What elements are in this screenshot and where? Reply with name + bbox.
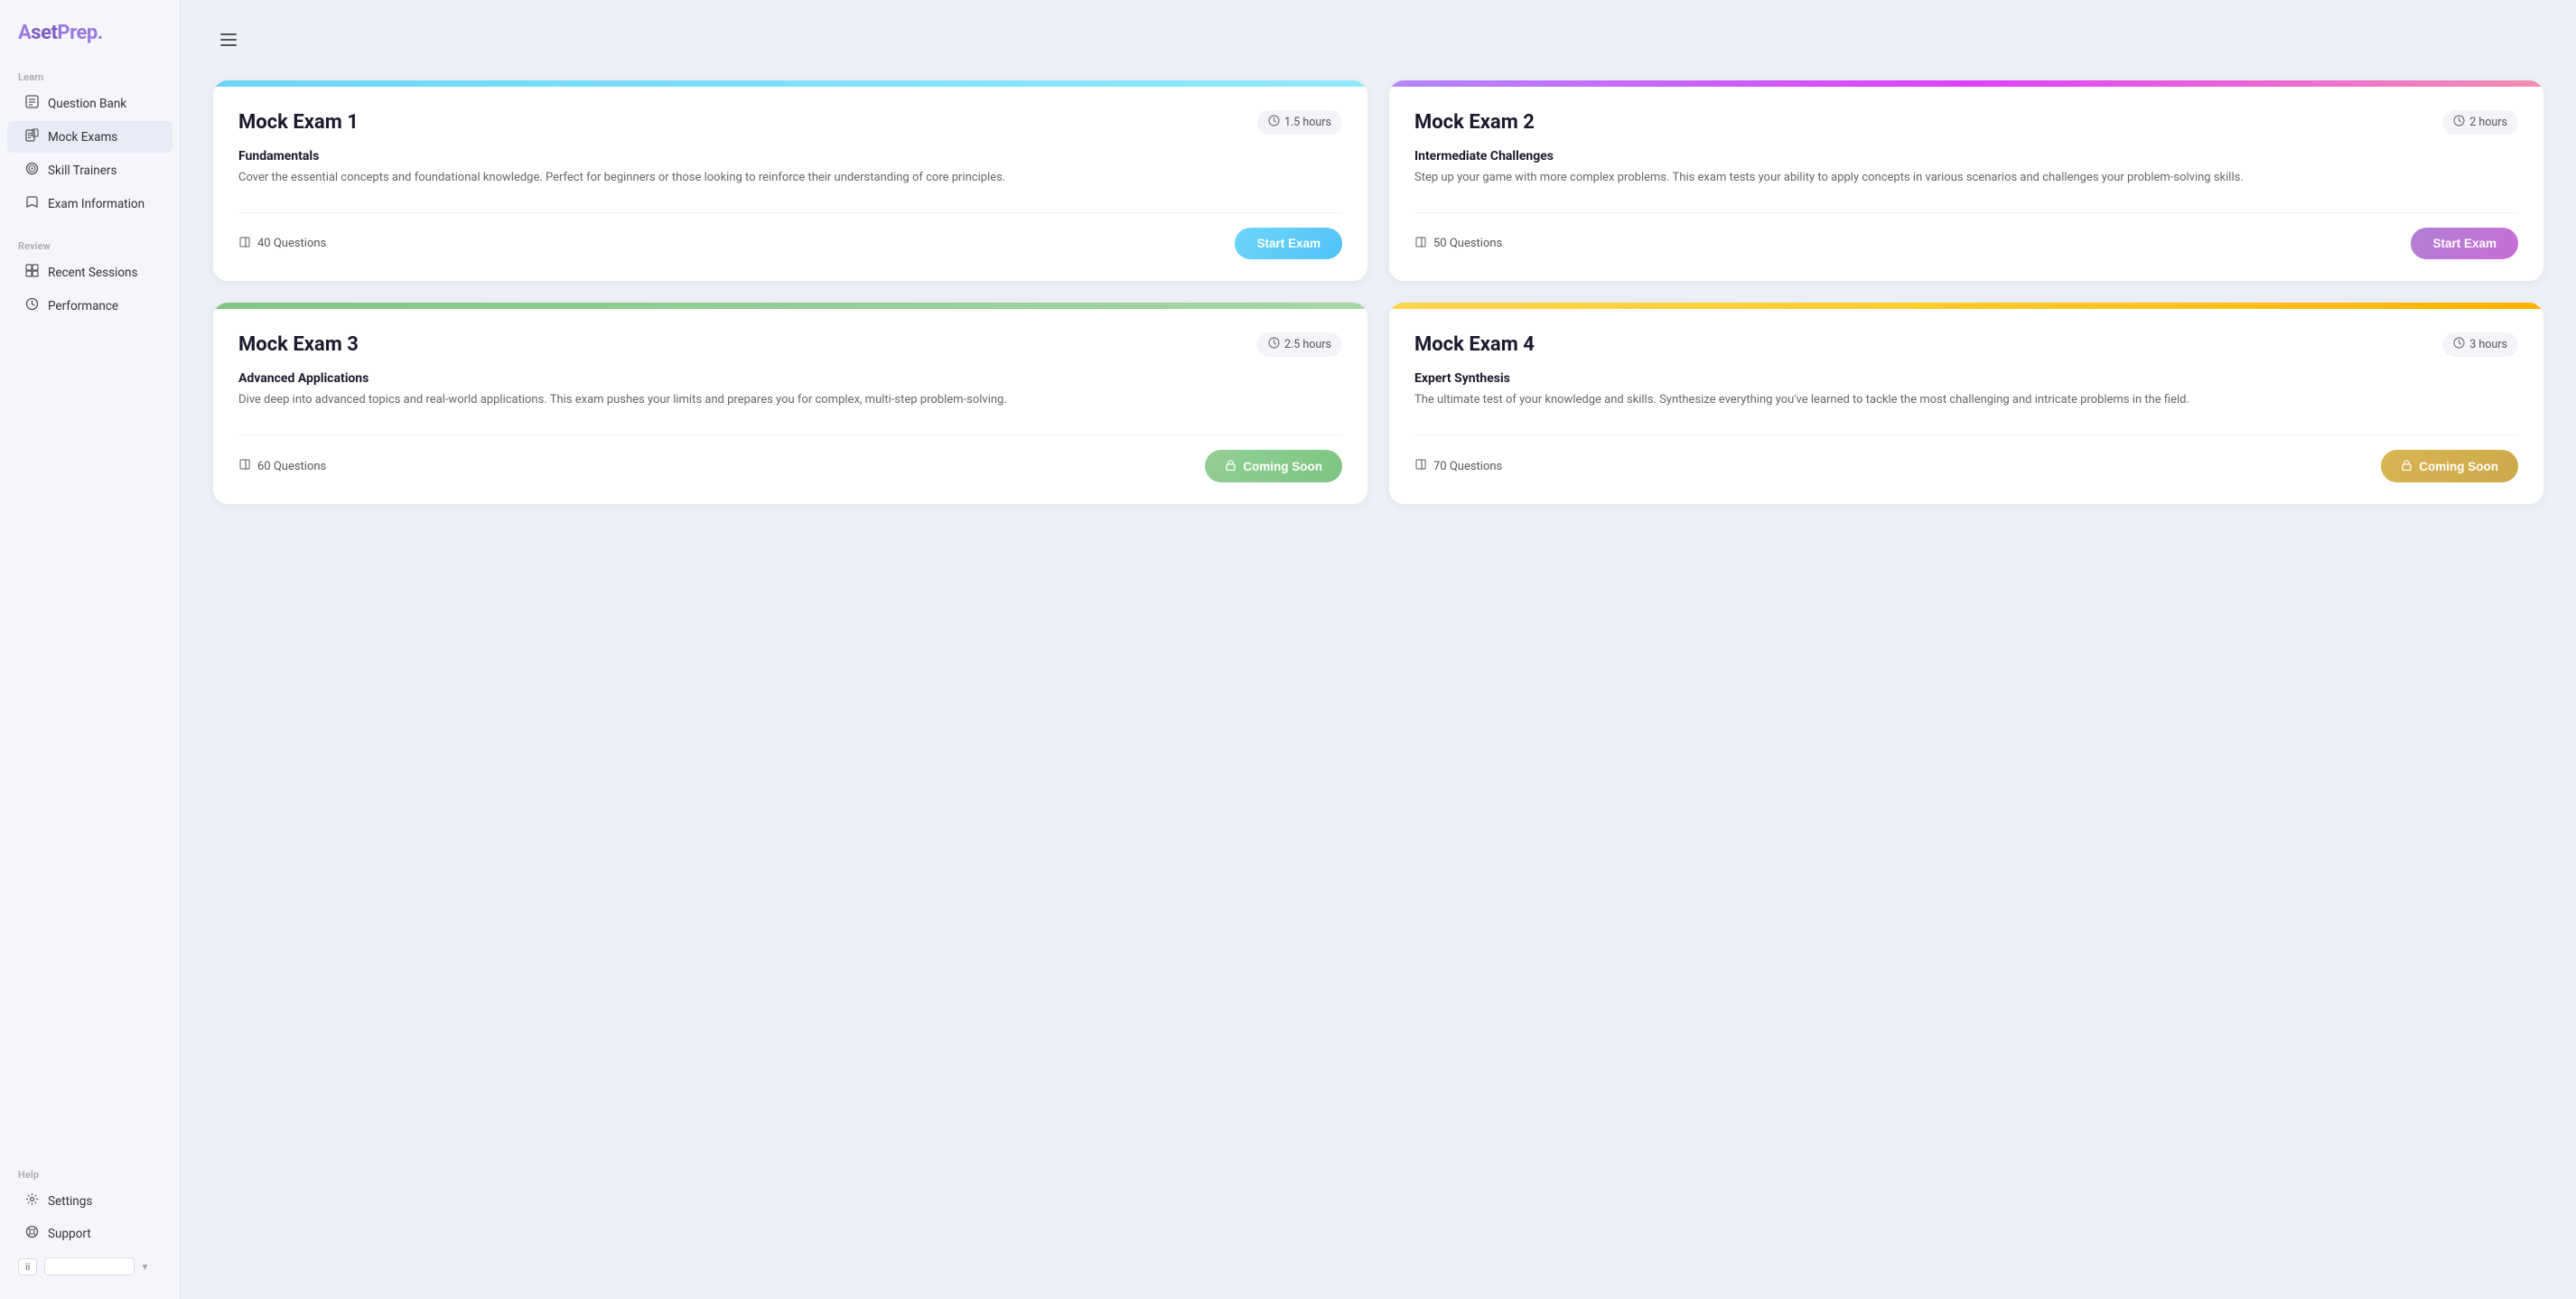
mock-exams-icon	[25, 128, 39, 145]
exam-title-3: Mock Exam 3	[238, 333, 359, 356]
sidebar-item-label: Mock Exams	[48, 130, 117, 145]
exam-card-2: Mock Exam 2 2 hours Intermediate Challen…	[1389, 80, 2543, 281]
questions-count-3: 60 Questions	[238, 458, 326, 474]
exam-card-3: Mock Exam 3 2.5 hours Advanced Applicati…	[213, 303, 1367, 504]
sidebar-item-settings[interactable]: Settings	[7, 1185, 173, 1217]
questions-count-2: 50 Questions	[1414, 236, 1502, 252]
card-accent-bar-2	[1389, 80, 2543, 87]
card-header-3: Mock Exam 3 2.5 hours	[238, 332, 1342, 357]
card-accent-bar-1	[213, 80, 1367, 87]
book-icon-3	[238, 458, 251, 474]
book-icon-2	[1414, 236, 1427, 252]
questions-label-4: 70 Questions	[1433, 460, 1502, 473]
section-label-help: Help	[0, 1162, 180, 1184]
question-bank-icon	[25, 95, 39, 112]
questions-label-1: 40 Questions	[257, 237, 326, 250]
questions-label-3: 60 Questions	[257, 460, 326, 473]
version-input[interactable]	[44, 1257, 135, 1276]
time-badge-2: 2 hours	[2442, 110, 2518, 135]
card-footer-2: 50 Questions Start Exam	[1414, 212, 2518, 259]
questions-count-4: 70 Questions	[1414, 458, 1502, 474]
coming-soon-button-4: Coming Soon	[2381, 450, 2518, 482]
card-accent-bar-3	[213, 303, 1367, 309]
lock-icon-4	[2401, 459, 2413, 473]
start-exam-button-2[interactable]: Start Exam	[2411, 228, 2518, 259]
time-badge-1: 1.5 hours	[1257, 110, 1342, 135]
lock-icon-3	[1225, 459, 1237, 473]
exam-desc-1: Cover the essential concepts and foundat…	[238, 169, 1342, 187]
sidebar-item-label: Performance	[48, 299, 118, 313]
card-footer-4: 70 Questions Coming Soon	[1414, 435, 2518, 482]
recent-sessions-icon	[25, 264, 39, 281]
exam-title-1: Mock Exam 1	[238, 111, 359, 134]
exam-title-4: Mock Exam 4	[1414, 333, 1535, 356]
performance-icon	[25, 297, 39, 314]
sidebar-toggle-button[interactable]	[213, 27, 244, 55]
card-header-1: Mock Exam 1 1.5 hours	[238, 110, 1342, 135]
chevron-down-icon: ▾	[142, 1260, 147, 1273]
duration-label-2: 2 hours	[2469, 116, 2507, 129]
sidebar-item-label: Settings	[48, 1194, 92, 1209]
duration-label-4: 3 hours	[2469, 338, 2507, 351]
exams-grid: Mock Exam 1 1.5 hours Fundamentals Cover…	[213, 80, 2543, 504]
sidebar-item-mock-exams[interactable]: Mock Exams	[7, 121, 173, 153]
version-badge: ii	[18, 1258, 37, 1276]
exam-information-icon	[25, 195, 39, 212]
top-bar	[213, 27, 2543, 55]
version-row: ii ▾	[0, 1250, 180, 1283]
time-badge-3: 2.5 hours	[1257, 332, 1342, 357]
sidebar-item-performance[interactable]: Performance	[7, 290, 173, 322]
card-header-4: Mock Exam 4 3 hours	[1414, 332, 2518, 357]
card-footer-3: 60 Questions Coming Soon	[238, 435, 1342, 482]
exam-card-4: Mock Exam 4 3 hours Expert Synthesis The…	[1389, 303, 2543, 504]
coming-soon-button-3: Coming Soon	[1205, 450, 1342, 482]
sidebar-item-label: Support	[48, 1227, 91, 1241]
card-header-2: Mock Exam 2 2 hours	[1414, 110, 2518, 135]
clock-icon-4	[2453, 337, 2465, 352]
clock-icon-1	[1268, 115, 1280, 130]
exam-desc-4: The ultimate test of your knowledge and …	[1414, 391, 2518, 409]
exam-desc-2: Step up your game with more complex prob…	[1414, 169, 2518, 187]
exam-subtitle-1: Fundamentals	[238, 149, 1342, 164]
exam-card-1: Mock Exam 1 1.5 hours Fundamentals Cover…	[213, 80, 1367, 281]
card-footer-1: 40 Questions Start Exam	[238, 212, 1342, 259]
exam-subtitle-3: Advanced Applications	[238, 371, 1342, 386]
section-label-review: Review	[0, 233, 180, 256]
sidebar-item-label: Question Bank	[48, 97, 126, 111]
skill-trainers-icon	[25, 162, 39, 179]
questions-count-1: 40 Questions	[238, 236, 326, 252]
time-badge-4: 3 hours	[2442, 332, 2518, 357]
sidebar-item-label: Skill Trainers	[48, 164, 117, 178]
sidebar-item-support[interactable]: Support	[7, 1218, 173, 1249]
support-icon	[25, 1225, 39, 1242]
duration-label-1: 1.5 hours	[1284, 116, 1331, 129]
main-content: Mock Exam 1 1.5 hours Fundamentals Cover…	[181, 0, 2576, 1299]
exam-subtitle-4: Expert Synthesis	[1414, 371, 2518, 386]
sidebar-item-label: Exam Information	[48, 197, 145, 211]
exam-subtitle-2: Intermediate Challenges	[1414, 149, 2518, 164]
sidebar-item-label: Recent Sessions	[48, 266, 137, 280]
card-accent-bar-4	[1389, 303, 2543, 309]
coming-soon-label-3: Coming Soon	[1243, 460, 1322, 473]
section-label-learn: Learn	[0, 64, 180, 87]
sidebar-item-recent-sessions[interactable]: Recent Sessions	[7, 257, 173, 288]
clock-icon-2	[2453, 115, 2465, 130]
book-icon-4	[1414, 458, 1427, 474]
exam-desc-3: Dive deep into advanced topics and real-…	[238, 391, 1342, 409]
settings-icon	[25, 1192, 39, 1210]
exam-title-2: Mock Exam 2	[1414, 111, 1535, 134]
sidebar-item-skill-trainers[interactable]: Skill Trainers	[7, 154, 173, 186]
sidebar-item-question-bank[interactable]: Question Bank	[7, 88, 173, 119]
sidebar: AsetPrep. Learn Question Bank Mock Exams…	[0, 0, 181, 1299]
sidebar-item-exam-information[interactable]: Exam Information	[7, 188, 173, 220]
duration-label-3: 2.5 hours	[1284, 338, 1331, 351]
clock-icon-3	[1268, 337, 1280, 352]
app-logo: AsetPrep.	[0, 16, 180, 64]
start-exam-button-1[interactable]: Start Exam	[1235, 228, 1342, 259]
book-icon-1	[238, 236, 251, 252]
questions-label-2: 50 Questions	[1433, 237, 1502, 250]
coming-soon-label-4: Coming Soon	[2419, 460, 2498, 473]
